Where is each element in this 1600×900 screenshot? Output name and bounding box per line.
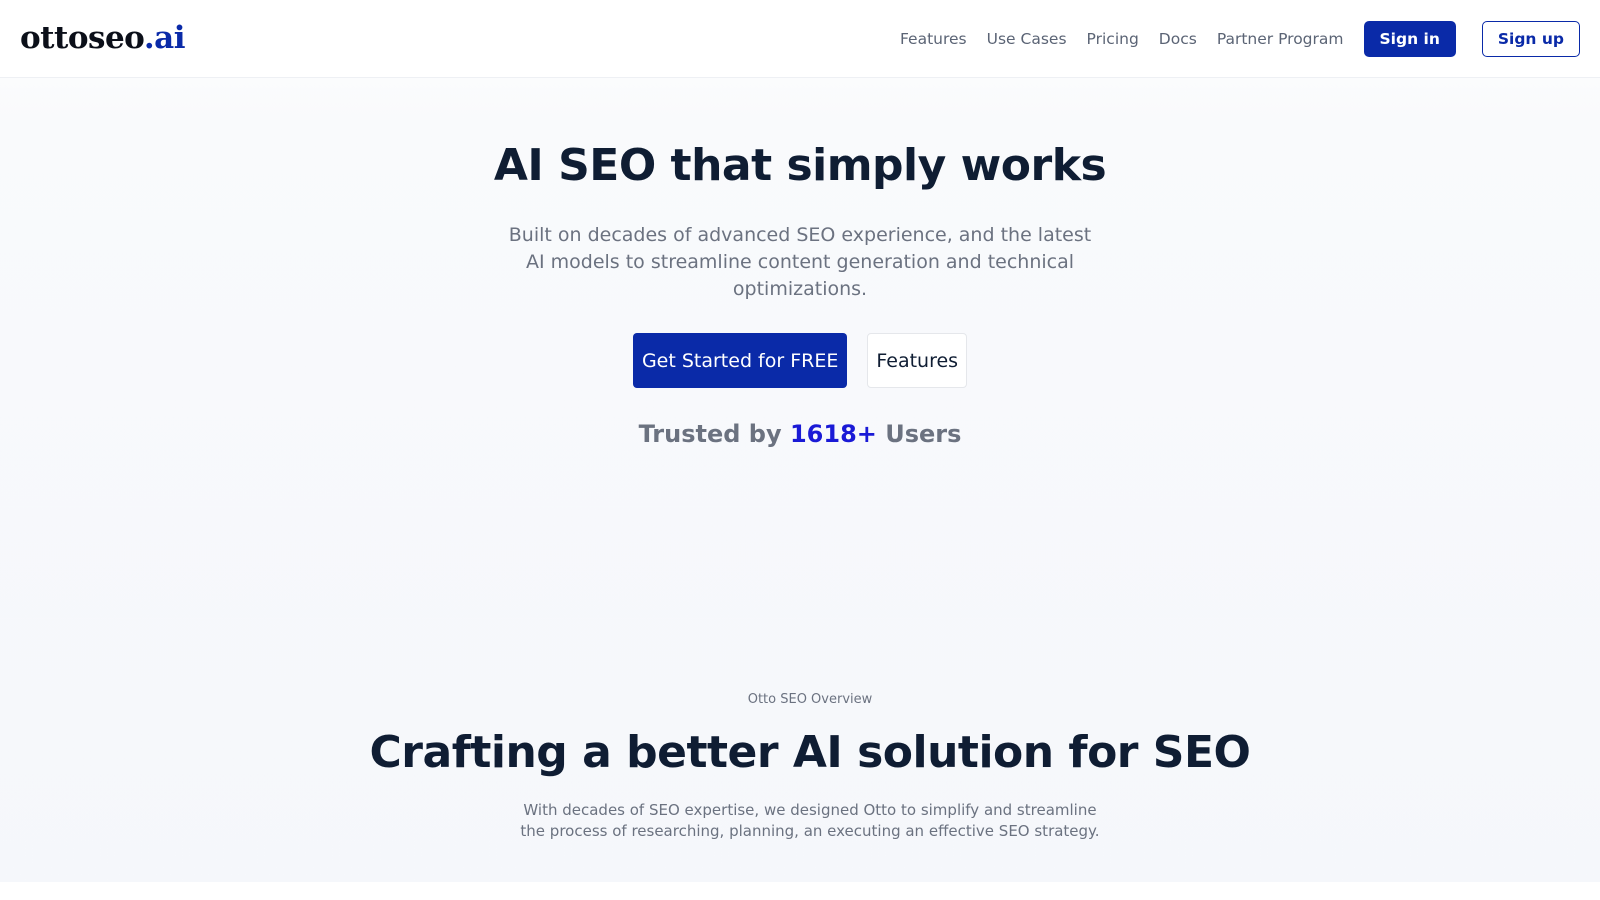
nav-link-partner-program[interactable]: Partner Program bbox=[1217, 30, 1344, 48]
nav-link-features[interactable]: Features bbox=[900, 30, 967, 48]
nav-link-use-cases[interactable]: Use Cases bbox=[987, 30, 1067, 48]
features-button[interactable]: Features bbox=[867, 333, 968, 388]
trusted-by-text: Trusted by 1618+ Users bbox=[0, 418, 1600, 450]
section-description: With decades of SEO expertise, we design… bbox=[520, 801, 1100, 840]
section-title: Crafting a better AI solution for SEO bbox=[369, 727, 1251, 778]
get-started-button[interactable]: Get Started for FREE bbox=[632, 333, 848, 388]
sign-up-button[interactable]: Sign up bbox=[1481, 21, 1580, 57]
nav-link-pricing[interactable]: Pricing bbox=[1087, 30, 1139, 48]
top-navbar: ottoseo.ai Features Use Cases Pricing Do… bbox=[0, 0, 1600, 78]
logo-wordmark: ottoseo bbox=[20, 20, 144, 56]
logo-domain-suffix: .ai bbox=[143, 20, 186, 56]
trusted-suffix: Users bbox=[885, 420, 962, 448]
hero-title: AI SEO that simply works bbox=[493, 140, 1107, 191]
site-logo[interactable]: ottoseo.ai bbox=[20, 18, 185, 58]
sign-in-button[interactable]: Sign in bbox=[1363, 21, 1456, 57]
hero-cta-group: Get Started for FREE Features bbox=[0, 333, 1600, 388]
nav-link-docs[interactable]: Docs bbox=[1159, 30, 1197, 48]
page-bottom-divider bbox=[0, 882, 1600, 900]
section-eyebrow: Otto SEO Overview bbox=[747, 692, 873, 707]
main-nav: Features Use Cases Pricing Docs Partner … bbox=[900, 0, 1580, 78]
hero-subtitle: Built on decades of advanced SEO experie… bbox=[508, 224, 1092, 300]
user-count: 1618+ bbox=[789, 420, 877, 448]
trusted-prefix: Trusted by bbox=[638, 420, 782, 448]
